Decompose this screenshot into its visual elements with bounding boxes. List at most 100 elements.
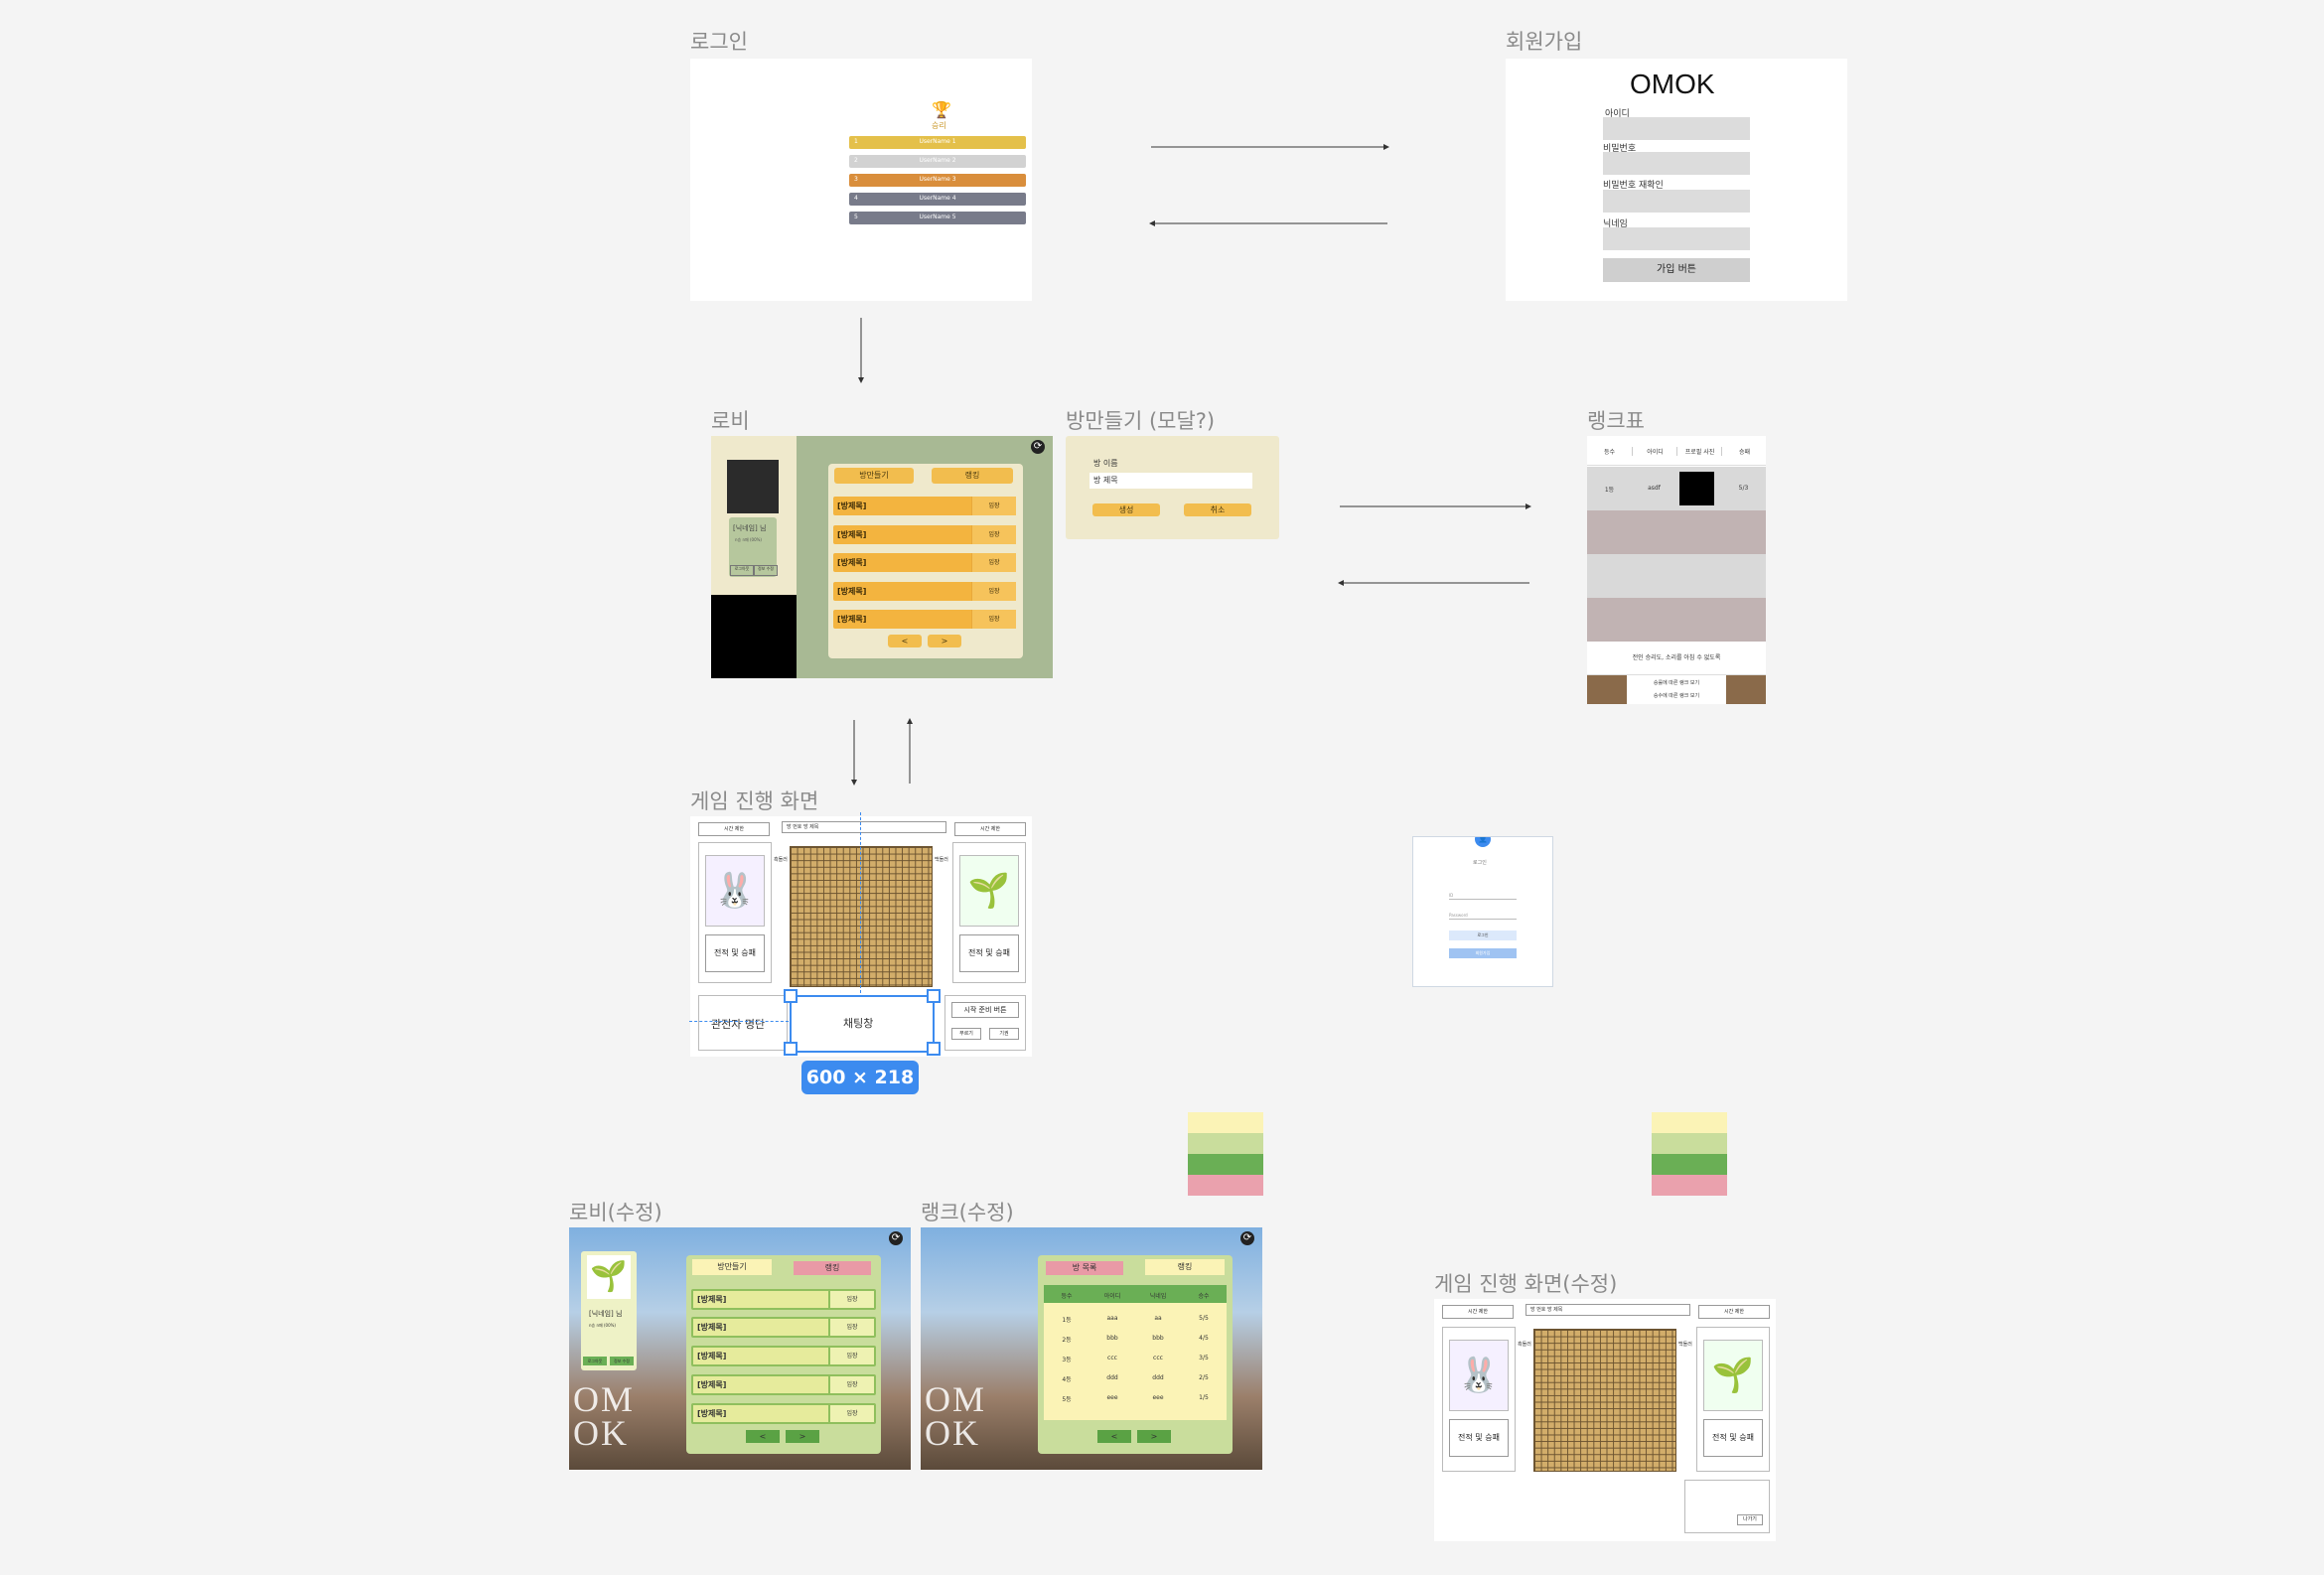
enter-button[interactable]: 입장: [971, 553, 1016, 572]
login-mock-title: 로그인: [1473, 860, 1487, 866]
room-name-label: 방 이름: [1093, 459, 1118, 468]
time-limit-right: 시간 제한: [1698, 1305, 1770, 1319]
next-page-button[interactable]: >: [928, 635, 961, 647]
control-panel: 나가기: [1684, 1480, 1770, 1533]
chat-window[interactable]: 채팅창: [790, 995, 935, 1053]
prev-page-button[interactable]: <: [746, 1430, 780, 1443]
player-right-card: 🌱 전적 및 승패: [1696, 1327, 1770, 1472]
enter-button[interactable]: 입장: [971, 610, 1016, 629]
selection-handle[interactable]: [784, 989, 798, 1003]
enter-button[interactable]: 입장: [971, 582, 1016, 601]
enter-button[interactable]: 입장: [971, 525, 1016, 544]
palette-swatch: [1652, 1133, 1727, 1154]
omok-logo: OM OK: [925, 1379, 987, 1453]
frame-label-game-v2: 게임 진행 화면(수정): [1434, 1272, 1618, 1296]
prev-page-button[interactable]: <: [1097, 1430, 1131, 1443]
player-right-label: 백돌러: [1678, 1342, 1692, 1348]
room-title-bar: 방 번호 방 제목: [1525, 1304, 1690, 1316]
lobby-black-panel: [711, 595, 797, 678]
rank-header-cell: 아이디: [1632, 447, 1677, 456]
refresh-icon[interactable]: ⟳: [889, 1231, 903, 1245]
edit-profile-button[interactable]: 정보 수정: [754, 565, 778, 576]
sort-by-wins-button[interactable]: 승수에 따른 랭크 보기: [1632, 692, 1721, 699]
character-avatar: 🌱: [959, 855, 1019, 927]
palette-swatch: [1188, 1112, 1263, 1133]
ready-button[interactable]: 시작 준비 버튼: [951, 1002, 1019, 1018]
login-mock-button[interactable]: 로그인: [1449, 931, 1517, 940]
room-item[interactable]: [방제목] 입장: [833, 582, 1016, 601]
room-title: [방제목]: [837, 501, 867, 510]
room-title: [방제목]: [697, 1380, 727, 1389]
login-mock-id-field[interactable]: [1449, 899, 1517, 900]
refresh-icon[interactable]: ⟳: [1240, 1231, 1254, 1245]
frame-label-create-room: 방만들기 (모달?): [1066, 409, 1216, 433]
logout-button[interactable]: 로그아웃: [583, 1357, 607, 1365]
rank-cell: ccc: [1153, 1355, 1163, 1361]
profile-record: n승 n패 (00%): [735, 537, 762, 542]
record-button[interactable]: 전적 및 승패: [959, 934, 1019, 972]
frame-label-rank: 랭크표: [1587, 409, 1645, 433]
character-avatar: 🐰: [705, 855, 765, 927]
next-page-button[interactable]: >: [1137, 1430, 1171, 1443]
refresh-icon[interactable]: ⟳: [1031, 440, 1045, 454]
enter-button[interactable]: 입장: [828, 1291, 874, 1308]
next-page-button[interactable]: >: [786, 1430, 819, 1443]
enter-button[interactable]: 입장: [828, 1348, 874, 1364]
record-button[interactable]: 전적 및 승패: [705, 934, 765, 972]
room-name-input[interactable]: 방 제목: [1089, 473, 1252, 489]
tab-room-list[interactable]: 방 목록: [1046, 1261, 1123, 1275]
room-title: [방제목]: [697, 1352, 727, 1360]
enter-button[interactable]: 입장: [828, 1405, 874, 1422]
enter-button[interactable]: 입장: [971, 497, 1016, 515]
prev-page-button[interactable]: <: [888, 635, 922, 647]
player-left-label: 흑돌러: [1518, 1342, 1531, 1348]
rank-cell: 5/3: [1738, 485, 1749, 492]
room-item[interactable]: [방제목] 입장: [833, 553, 1016, 572]
character-avatar: 🌱: [1703, 1340, 1763, 1411]
time-limit-right: 시간 제한: [954, 822, 1026, 836]
record-button[interactable]: 전적 및 승패: [1449, 1419, 1509, 1457]
game-board[interactable]: [1533, 1329, 1676, 1472]
spectator-list: 관전자 명단: [698, 995, 788, 1051]
lobby-v2-frame: 🌱 [닉네임] 님 n승 n패 (00%) 로그아웃 정보 수정 OM OK ⟳…: [569, 1227, 911, 1470]
edit-profile-button[interactable]: 정보 수정: [610, 1357, 634, 1365]
tab-ranking[interactable]: 랭킹: [794, 1261, 871, 1275]
room-item[interactable]: [방제목] 입장: [691, 1317, 876, 1338]
record-button[interactable]: 전적 및 승패: [1703, 1419, 1763, 1457]
tab-create-room[interactable]: 방만들기: [692, 1259, 772, 1275]
chat-label: 채팅창: [843, 1017, 874, 1030]
selection-size-badge: 600 × 218: [801, 1061, 919, 1094]
game-board[interactable]: [790, 846, 933, 987]
selection-handle[interactable]: [927, 1042, 941, 1056]
room-item[interactable]: [방제목] 입장: [691, 1346, 876, 1366]
resign-button[interactable]: 기권: [989, 1028, 1019, 1040]
selection-handle[interactable]: [784, 1042, 798, 1056]
room-item[interactable]: [방제목] 입장: [833, 610, 1016, 629]
undo-button[interactable]: 무르기: [951, 1028, 981, 1040]
create-button[interactable]: 생성: [1092, 503, 1160, 516]
tab-ranking[interactable]: 랭킹: [1145, 1259, 1225, 1275]
profile-card: [닉네임] 님 n승 n패 (00%) 로그아웃 정보 수정: [729, 517, 778, 577]
tab-ranking[interactable]: 랭킹: [932, 468, 1013, 484]
login-mock-pw-field[interactable]: [1449, 919, 1517, 920]
omok-logo: OM OK: [573, 1379, 636, 1453]
logout-button[interactable]: 로그아웃: [730, 565, 754, 576]
selection-handle[interactable]: [927, 989, 941, 1003]
palette-swatch: [1652, 1112, 1727, 1133]
room-item[interactable]: [방제목] 입장: [691, 1289, 876, 1310]
room-item[interactable]: [방제목] 입장: [691, 1374, 876, 1395]
tab-create-room[interactable]: 방만들기: [834, 468, 914, 484]
room-item[interactable]: [방제목] 입장: [833, 497, 1016, 515]
exit-button[interactable]: 나가기: [1737, 1514, 1763, 1525]
rank-cell: ccc: [1107, 1355, 1117, 1361]
cancel-button[interactable]: 취소: [1184, 503, 1251, 516]
sort-by-winrate-button[interactable]: 승률에 따른 랭크 보기: [1632, 679, 1721, 686]
enter-button[interactable]: 입장: [828, 1319, 874, 1336]
spectator-list-label: 관전자 명단: [711, 1018, 766, 1031]
rank-cell: eee: [1152, 1394, 1164, 1401]
player-right-label: 백돌러: [935, 857, 948, 863]
room-item[interactable]: [방제목] 입장: [691, 1403, 876, 1424]
enter-button[interactable]: 입장: [828, 1376, 874, 1393]
login-mock-signup-button[interactable]: 회원가입: [1449, 948, 1517, 958]
room-item[interactable]: [방제목] 입장: [833, 525, 1016, 544]
